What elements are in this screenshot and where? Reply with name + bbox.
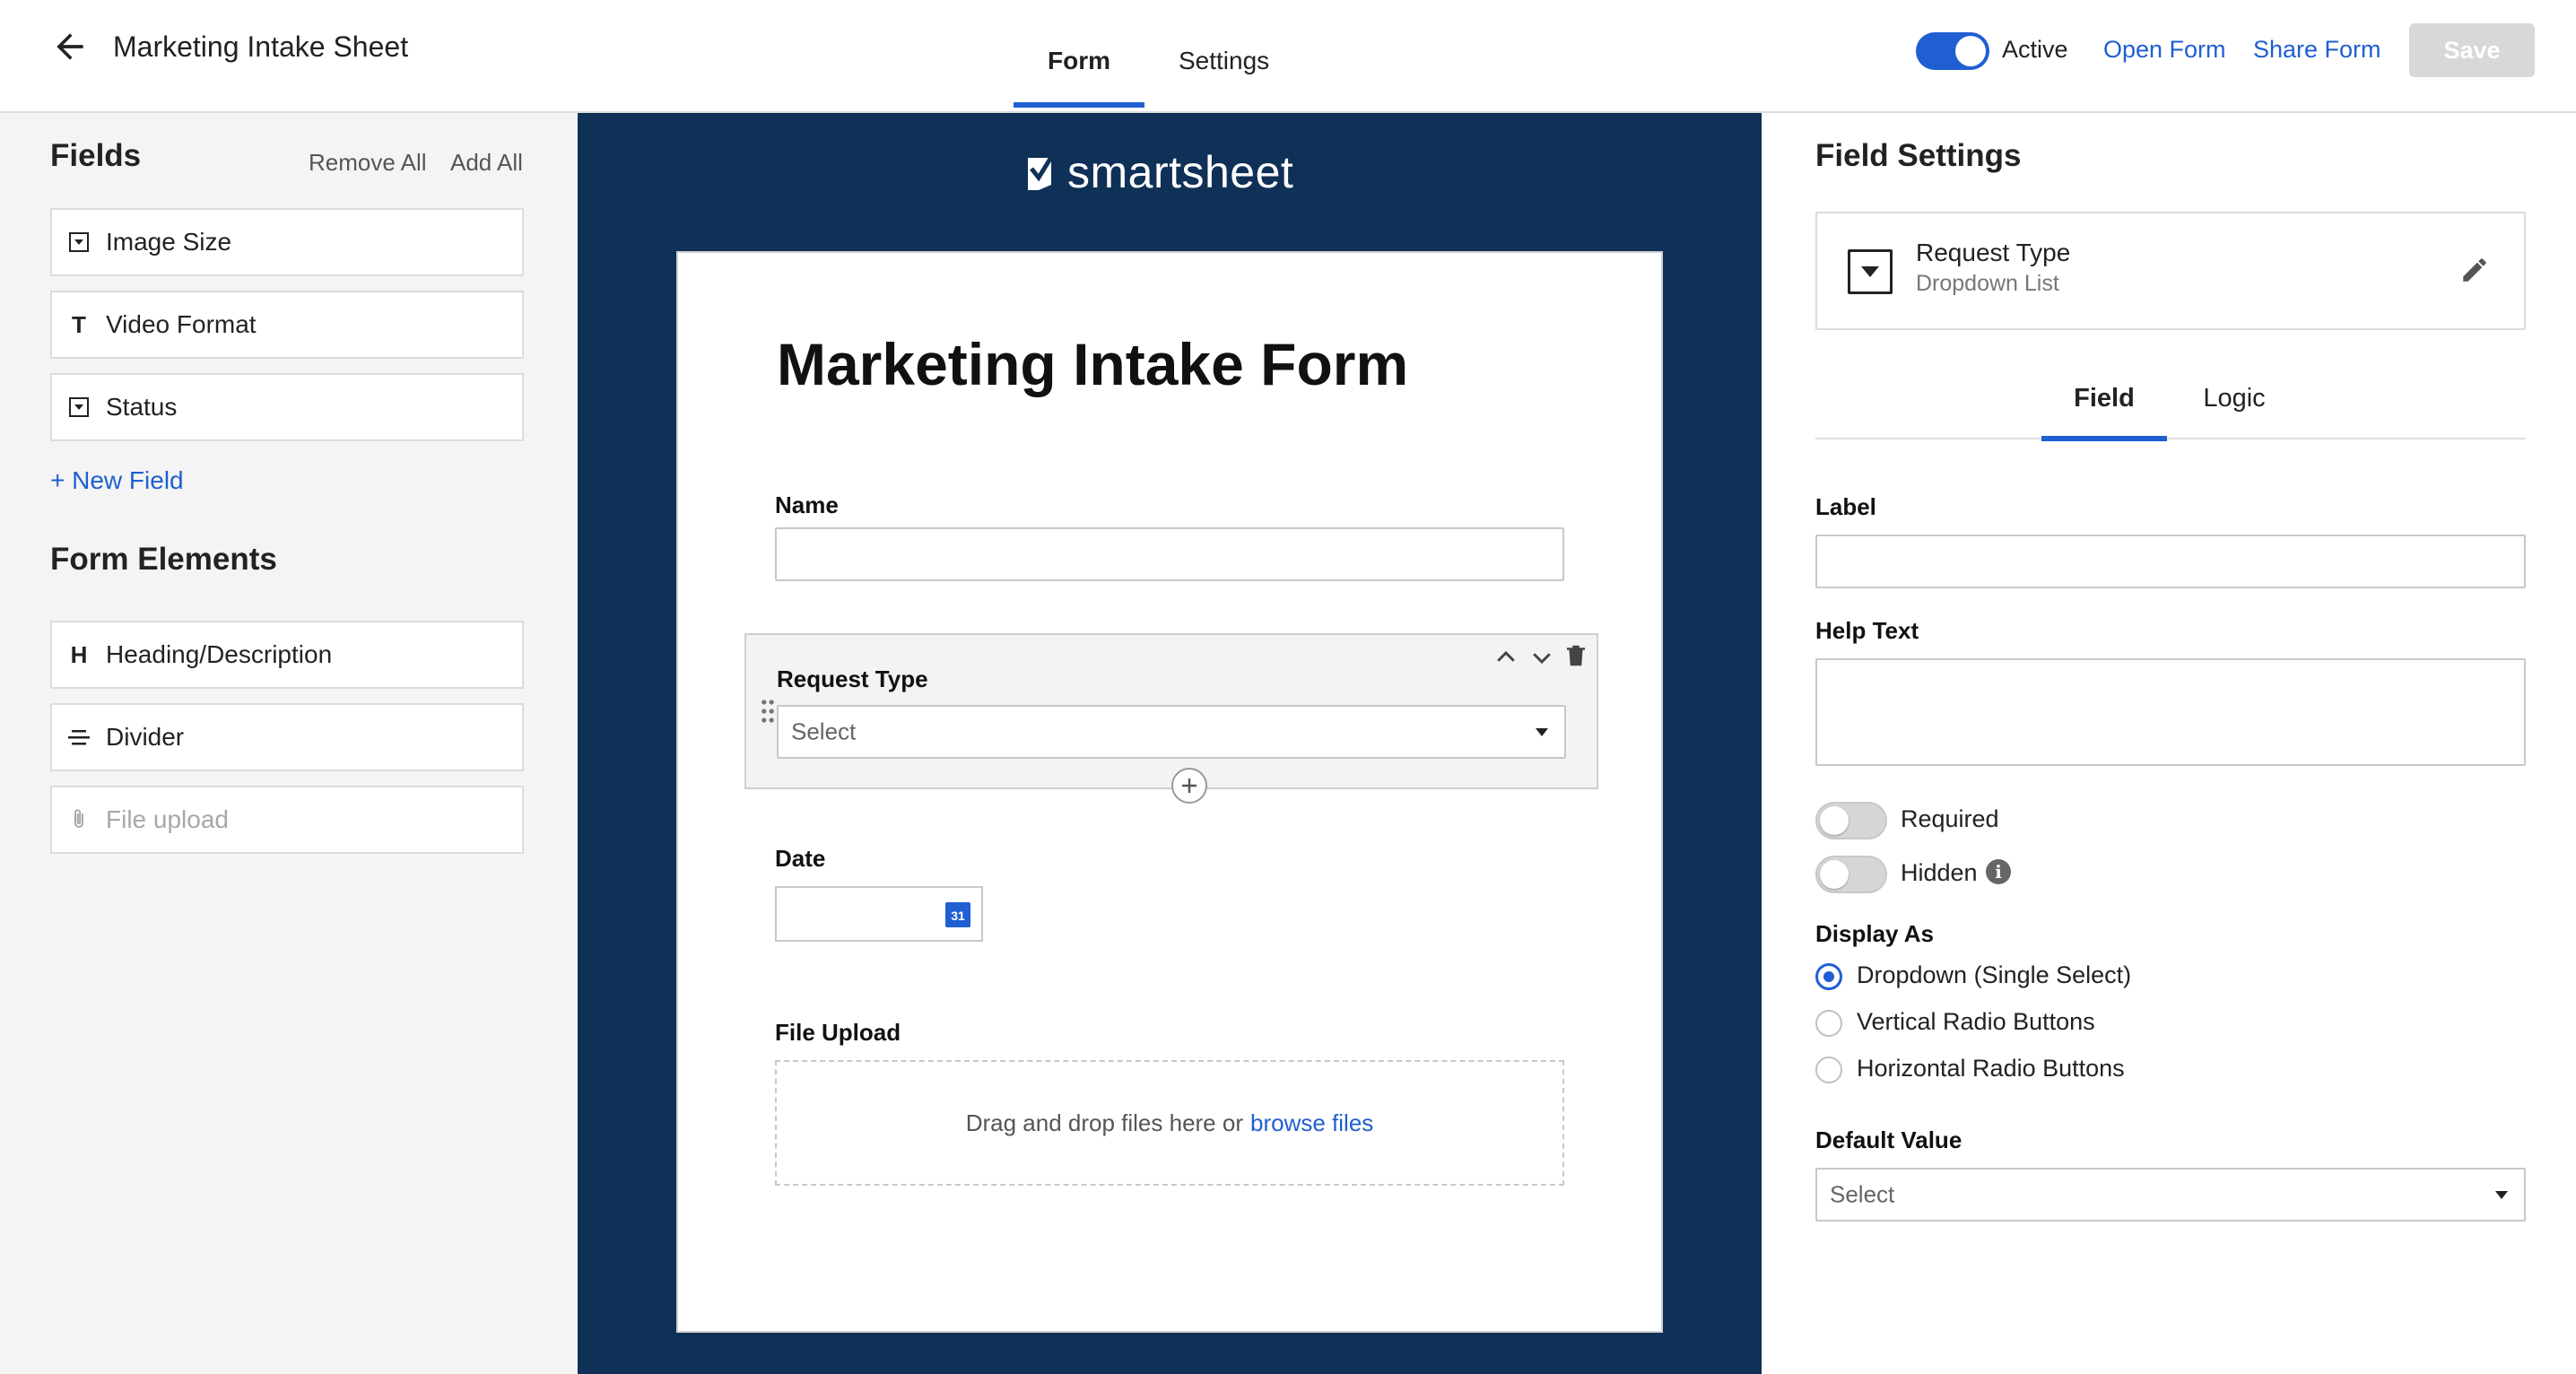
- field-settings-panel: Field Settings Request Type Dropdown Lis…: [1762, 113, 2576, 1374]
- move-up-icon[interactable]: [1493, 644, 1519, 671]
- display-as-label: Display As: [1815, 920, 1934, 947]
- smartsheet-logo: smartsheet: [1026, 145, 1293, 199]
- open-form-link[interactable]: Open Form: [2103, 36, 2226, 64]
- dropdown-icon: [52, 396, 106, 418]
- label-input[interactable]: [1815, 535, 2526, 588]
- browse-files-link[interactable]: browse files: [1250, 1109, 1373, 1137]
- toggle-knob: [1955, 36, 1986, 66]
- fields-panel: Fields Remove All Add All Image Size T V…: [0, 113, 578, 1374]
- element-item-divider[interactable]: Divider: [50, 703, 524, 771]
- sheet-title: Marketing Intake Sheet: [113, 30, 409, 63]
- settings-tabs: Field Logic: [1815, 364, 2526, 441]
- new-field-link[interactable]: + New Field: [50, 466, 184, 495]
- default-value-label: Default Value: [1815, 1126, 1962, 1153]
- drag-handle-icon[interactable]: [759, 698, 777, 725]
- move-down-icon[interactable]: [1528, 644, 1555, 671]
- text-icon: T: [72, 310, 86, 338]
- form-card: Marketing Intake Form Name Request Type …: [676, 251, 1663, 1333]
- required-toggle[interactable]: [1815, 802, 1887, 839]
- heading-icon: H: [70, 640, 88, 668]
- name-label: Name: [775, 491, 839, 518]
- required-label: Required: [1901, 805, 1999, 832]
- toggle-knob: [1820, 806, 1849, 835]
- radio-horizontal-radio-buttons[interactable]: [1815, 1057, 1842, 1083]
- file-drop-zone[interactable]: Drag and drop files here or browse files: [775, 1060, 1564, 1186]
- trash-icon[interactable]: [1562, 642, 1589, 669]
- field-item-video-format[interactable]: T Video Format: [50, 291, 524, 359]
- top-tabs: Form Settings: [1014, 0, 1303, 111]
- paperclip-icon: [52, 808, 106, 831]
- caret-down-icon: [1536, 728, 1548, 736]
- request-type-select[interactable]: Select: [777, 705, 1566, 759]
- request-type-label: Request Type: [777, 665, 928, 692]
- field-item-label: Video Format: [106, 310, 257, 338]
- date-input[interactable]: 31: [775, 886, 983, 942]
- element-item-label: Divider: [106, 723, 185, 751]
- element-item-label: Heading/Description: [106, 640, 333, 668]
- divider-icon: [52, 726, 106, 748]
- help-text-input[interactable]: [1815, 658, 2526, 766]
- toggle-knob: [1820, 860, 1849, 889]
- element-item-label: File upload: [106, 805, 229, 833]
- radio-label: Horizontal Radio Buttons: [1857, 1055, 2125, 1082]
- request-type-placeholder: Select: [791, 717, 857, 745]
- top-bar: Marketing Intake Sheet Form Settings Act…: [0, 0, 2576, 113]
- tab-form[interactable]: Form: [1014, 0, 1144, 111]
- add-all-link[interactable]: Add All: [450, 149, 523, 177]
- field-item-image-size[interactable]: Image Size: [50, 208, 524, 276]
- remove-all-link[interactable]: Remove All: [309, 149, 427, 177]
- date-label: Date: [775, 845, 826, 872]
- file-upload-label: File Upload: [775, 1019, 901, 1046]
- tab-field[interactable]: Field: [2041, 364, 2167, 441]
- radio-label: Dropdown (Single Select): [1857, 961, 2132, 988]
- label-field-label: Label: [1815, 493, 1876, 520]
- tab-settings[interactable]: Settings: [1144, 0, 1303, 111]
- field-settings-title: Field Settings: [1815, 138, 2022, 173]
- plus-icon: [1182, 778, 1197, 793]
- share-form-link[interactable]: Share Form: [2253, 36, 2381, 64]
- form-elements-title: Form Elements: [50, 542, 277, 577]
- logo-text: smartsheet: [1067, 147, 1294, 197]
- dropdown-icon: [52, 231, 106, 253]
- field-item-label: Image Size: [106, 228, 232, 256]
- tab-logic[interactable]: Logic: [2185, 364, 2284, 439]
- back-arrow-icon[interactable]: [50, 27, 90, 66]
- drop-text: Drag and drop files here or: [965, 1109, 1243, 1136]
- hidden-toggle[interactable]: [1815, 856, 1887, 893]
- default-value-select[interactable]: Select: [1815, 1168, 2526, 1222]
- save-button[interactable]: Save: [2409, 23, 2535, 77]
- fields-title: Fields: [50, 138, 142, 173]
- hidden-label: Hidden: [1901, 859, 1978, 886]
- active-toggle[interactable]: [1916, 32, 1989, 70]
- selected-question-block[interactable]: Request Type Select: [744, 633, 1598, 789]
- field-item-status[interactable]: Status: [50, 373, 524, 441]
- element-item-heading[interactable]: H Heading/Description: [50, 621, 524, 689]
- name-input[interactable]: [775, 527, 1564, 581]
- dropdown-list-icon: [1848, 249, 1893, 294]
- field-item-label: Status: [106, 393, 178, 421]
- form-preview: smartsheet Marketing Intake Form Name Re…: [578, 113, 1762, 1374]
- smartsheet-logo-icon: [1028, 152, 1056, 190]
- radio-label: Vertical Radio Buttons: [1857, 1008, 2095, 1035]
- add-question-button[interactable]: [1171, 768, 1207, 804]
- element-item-file-upload: File upload: [50, 786, 524, 854]
- help-text-label: Help Text: [1815, 617, 1919, 644]
- radio-vertical-radio-buttons[interactable]: [1815, 1010, 1842, 1037]
- selected-field-card: Request Type Dropdown List: [1815, 212, 2526, 330]
- active-label: Active: [2002, 36, 2068, 63]
- selected-field-type: Dropdown List: [1916, 271, 2059, 296]
- info-icon[interactable]: i: [1986, 859, 2011, 884]
- calendar-icon[interactable]: 31: [945, 902, 970, 927]
- form-title: Marketing Intake Form: [777, 331, 1409, 397]
- radio-dropdown-single-select[interactable]: [1815, 963, 1842, 990]
- selected-field-name: Request Type: [1916, 239, 2071, 266]
- caret-down-icon: [2495, 1191, 2508, 1199]
- default-value-placeholder: Select: [1830, 1180, 1895, 1208]
- pencil-icon[interactable]: [2459, 255, 2490, 285]
